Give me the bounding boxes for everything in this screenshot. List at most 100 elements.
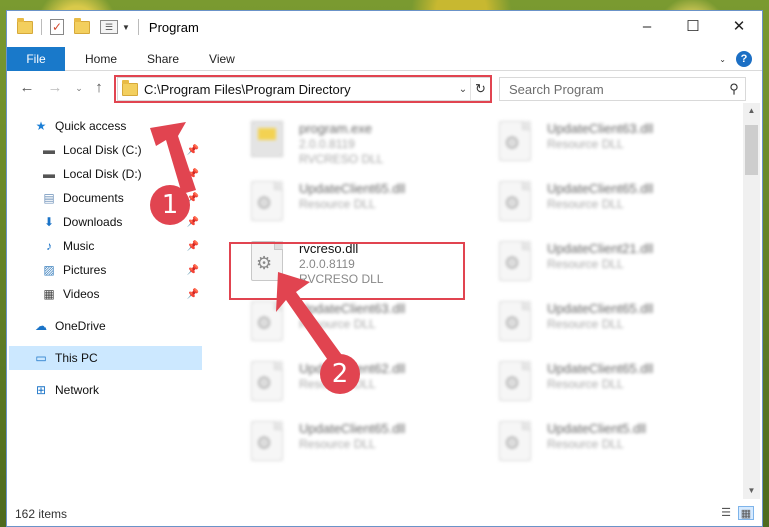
sidebar-item-music[interactable]: ♪ Music 📌 [7,234,203,258]
scrollbar-thumb[interactable] [745,125,758,175]
details-view-icon[interactable]: ☰ [718,506,734,520]
scroll-up-icon[interactable]: ▲ [743,103,760,119]
file-description: Resource DLL [547,437,624,451]
search-input[interactable]: Search Program ⚲ [499,77,746,101]
cloud-icon: ☁ [35,319,47,333]
folder-icon [17,17,33,34]
page-fold [274,421,283,430]
file-tile[interactable]: ⚙ UpdateClient63.dll Resource DLL [229,293,464,351]
pin-icon: 📌 [186,144,199,156]
minimize-button[interactable]: – [624,11,670,41]
file-version: 2.0.0.8119 [299,137,355,151]
sidebar-item-local-disk-c[interactable]: ▬ Local Disk (C:) 📌 [7,138,203,162]
page-fold [274,301,283,310]
file-name: UpdateClient63.dll [547,121,654,136]
file-description: Resource DLL [547,137,624,151]
search-icon[interactable]: ⚲ [723,81,745,97]
sidebar-item-videos[interactable]: ▦ Videos 📌 [7,282,203,306]
quick-access-toolbar: ✓ ☰ ▼ [7,17,143,35]
file-name: UpdateClient63.dll [299,301,406,316]
dll-file-icon: ⚙ [251,181,283,221]
scroll-down-icon[interactable]: ▼ [743,483,760,499]
sidebar-item-pictures[interactable]: ▨ Pictures 📌 [7,258,203,282]
ribbon-tabs: File Home Share View ⌄ ? [7,46,762,71]
documents-icon: ▤ [43,191,55,205]
dll-file-icon: ⚙ [251,361,283,401]
sidebar-item-label: Network [55,383,100,397]
sidebar-item-onedrive[interactable]: ☁ OneDrive [7,314,203,338]
file-name: UpdateClient65.dll [547,181,654,196]
sidebar-item-label: Downloads [63,215,123,229]
file-tile[interactable]: ⚙ UpdateClient63.dll Resource DLL [477,113,712,171]
status-bar: 162 items ☰ ▦ [7,501,762,526]
tab-file[interactable]: File [7,46,65,71]
expand-ribbon-icon[interactable]: ⌄ [719,55,726,64]
navigation-pane: ★ Quick access ▬ Local Disk (C:) 📌 ▬ Loc… [7,114,203,499]
recent-locations-icon[interactable]: ⌄ [69,78,89,98]
gear-icon: ⚙ [256,373,273,393]
highlight-box-file [229,242,465,300]
file-tile[interactable]: ⚙ UpdateClient65.dll Resource DLL [477,293,712,351]
close-button[interactable]: ✕ [716,11,762,41]
file-name: UpdateClient65.dll [299,181,406,196]
pin-icon: 📌 [186,240,199,252]
file-description: Resource DLL [547,377,624,391]
exe-file-icon [251,121,283,157]
file-description: Resource DLL [547,257,624,271]
up-arrow-icon[interactable]: ↑ [89,78,109,98]
step-badge-1: 1 [150,185,190,225]
file-name: UpdateClient65.dll [547,301,654,316]
file-tile[interactable]: ⚙ UpdateClient65.dll Resource DLL [477,353,712,411]
file-description: Resource DLL [299,197,376,211]
file-explorer-window: ✓ ☰ ▼ Program – ☐ ✕ File Home Share View… [6,10,763,527]
dll-file-icon: ⚙ [499,181,531,221]
sidebar-item-label: OneDrive [55,319,106,333]
gear-icon: ⚙ [504,133,521,153]
file-tile[interactable]: ⚙ UpdateClient21.dll Resource DLL [477,233,712,291]
sidebar-item-network[interactable]: ⊞ Network [7,378,203,402]
chevron-down-icon[interactable]: ▼ [122,23,130,32]
file-tile[interactable]: ⚙ UpdateClient5.dll Resource DLL [477,413,712,471]
network-icon: ⊞ [35,383,47,397]
page-fold [522,421,531,430]
tiles-view-icon[interactable]: ▦ [738,506,754,520]
star-icon: ★ [35,119,47,133]
page-fold [522,121,531,130]
file-tile[interactable]: program.exe 2.0.0.8119 RVCRESO DLL [229,113,464,171]
help-icon[interactable]: ? [736,51,752,67]
sidebar-item-local-disk-d[interactable]: ▬ Local Disk (D:) 📌 [7,162,203,186]
step-badge-2: 2 [320,354,360,394]
maximize-button[interactable]: ☐ [670,11,716,41]
tab-view[interactable]: View [194,47,250,71]
computer-icon: ▭ [35,351,47,365]
title-bar: ✓ ☰ ▼ Program – ☐ ✕ [7,11,762,43]
properties-check-icon[interactable]: ✓ [50,19,64,35]
gear-icon: ⚙ [256,313,273,333]
sidebar-item-quick-access[interactable]: ★ Quick access [33,114,229,138]
item-count: 162 items [15,506,68,521]
back-arrow-icon[interactable]: ← [17,78,37,98]
forward-arrow-icon[interactable]: → [45,78,65,98]
file-tile[interactable]: ⚙ UpdateClient65.dll Resource DLL [229,173,464,231]
ribbon-right: ⌄ ? [719,51,752,67]
vertical-scrollbar[interactable]: ▲ ▼ [743,103,760,499]
highlight-box-address [114,75,492,103]
toolbar-divider [41,19,42,35]
tab-share[interactable]: Share [132,47,194,71]
gear-icon: ⚙ [504,373,521,393]
window-controls: – ☐ ✕ [624,11,762,41]
sidebar-item-label: Local Disk (C:) [63,143,142,157]
customize-toolbar-icon[interactable]: ☰ [100,20,118,34]
gear-icon: ⚙ [256,433,273,453]
page-fold [274,361,283,370]
new-folder-icon[interactable] [74,17,90,34]
file-tile[interactable]: ⚙ UpdateClient65.dll Resource DLL [477,173,712,231]
file-name: UpdateClient65.dll [299,421,406,436]
tab-home[interactable]: Home [65,47,132,71]
gear-icon: ⚙ [504,313,521,333]
sidebar-item-label: Documents [63,191,124,205]
drive-icon: ▬ [43,143,55,157]
sidebar-item-this-pc[interactable]: ▭ This PC [9,346,202,370]
file-tile[interactable]: ⚙ UpdateClient65.dll Resource DLL [229,413,464,471]
view-toggle: ☰ ▦ [718,506,754,520]
